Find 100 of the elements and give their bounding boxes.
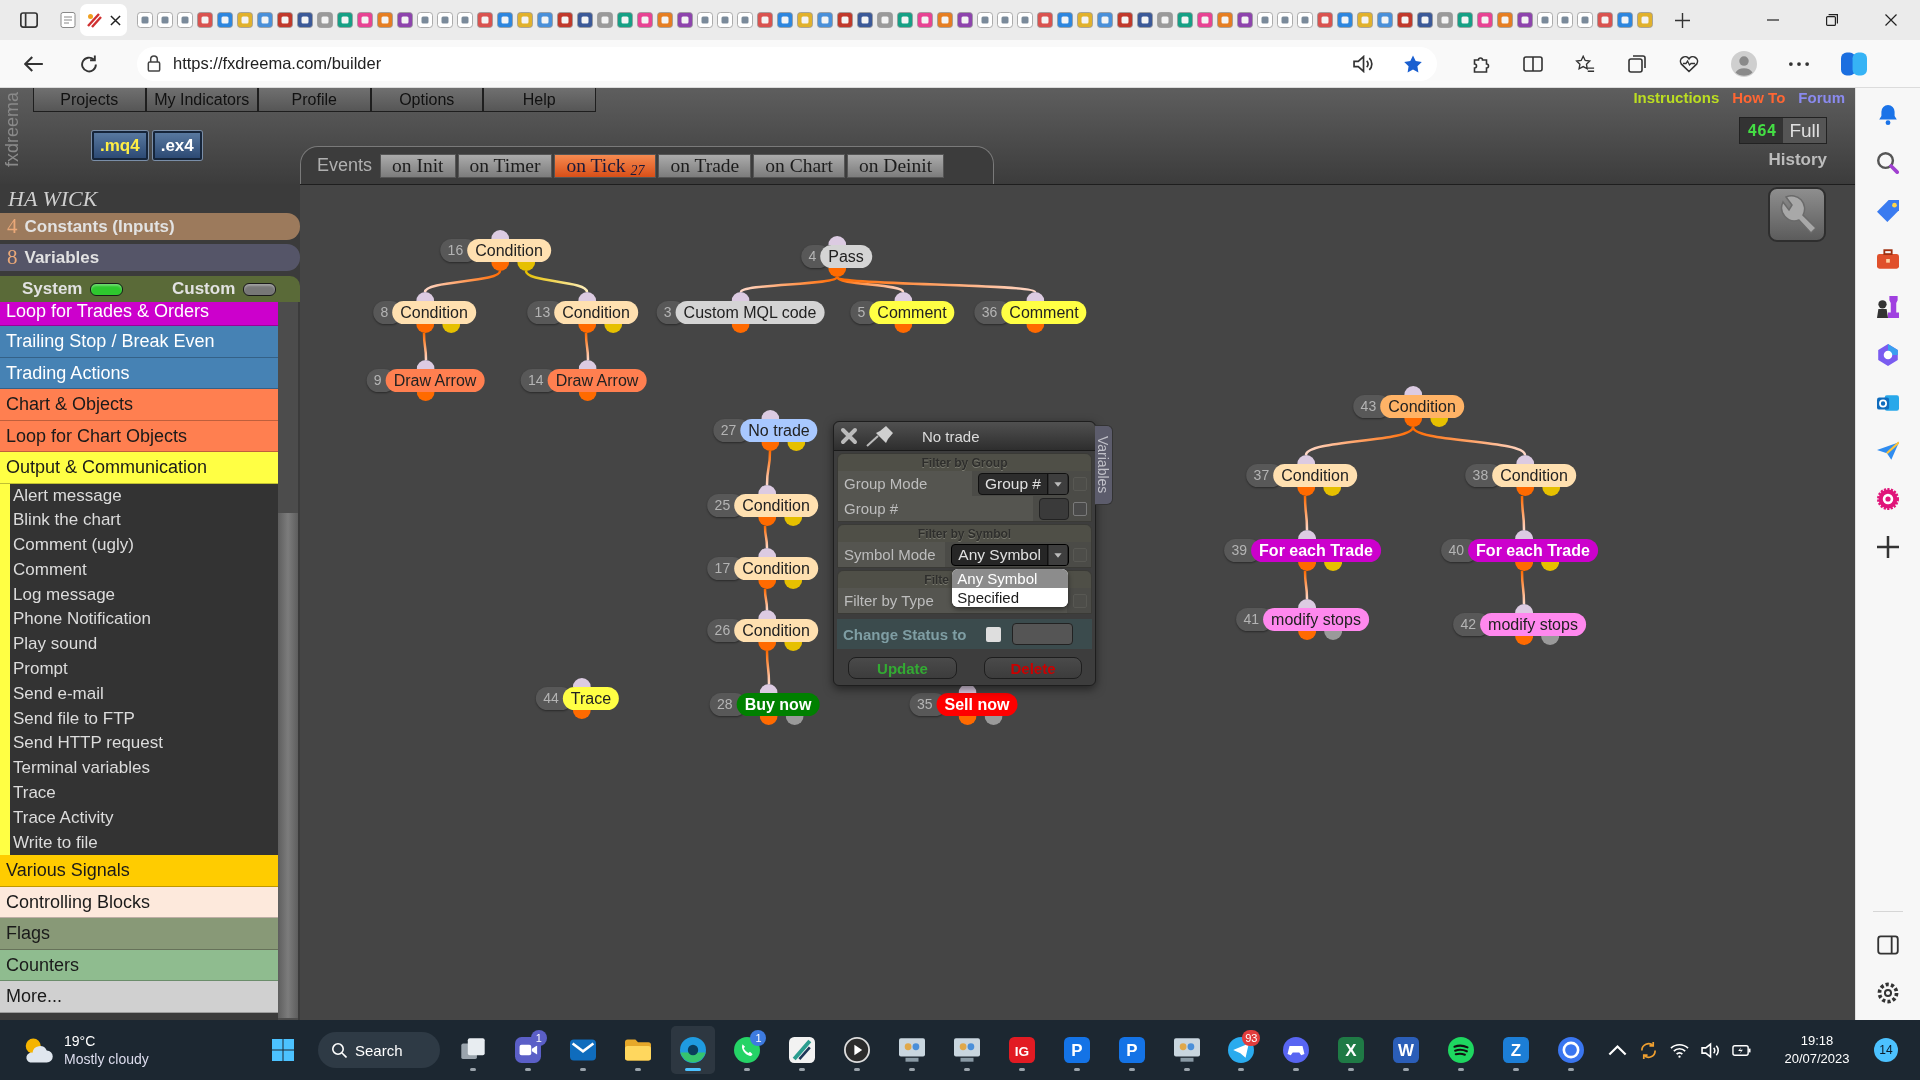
event-tab[interactable]: on Tick $_{27}$ xyxy=(554,153,657,178)
input-port-icon[interactable] xyxy=(1298,599,1316,608)
puzzle-icon[interactable] xyxy=(1471,54,1491,73)
tab-favicon-icon[interactable] xyxy=(197,12,213,28)
caret-down-icon[interactable] xyxy=(1047,473,1068,494)
taskbar-app[interactable]: X xyxy=(1329,1026,1374,1074)
input-port-icon[interactable] xyxy=(416,292,434,301)
close-icon[interactable] xyxy=(840,427,858,445)
toggle-switch[interactable] xyxy=(243,282,277,296)
tab-favicon-icon[interactable] xyxy=(777,12,793,28)
tab-favicon-icon[interactable] xyxy=(1217,12,1233,28)
volume-icon[interactable] xyxy=(1701,1041,1720,1059)
speaker-icon[interactable] xyxy=(1353,54,1373,73)
tab-favicon-icon[interactable] xyxy=(137,12,153,28)
event-tab[interactable]: on Timer xyxy=(457,153,553,178)
tab-favicon-icon[interactable] xyxy=(677,12,693,28)
tab-favicon-icon[interactable] xyxy=(1277,12,1293,28)
taskbar-app[interactable]: Z xyxy=(1493,1026,1538,1074)
category-item[interactable]: Loop for Trades & Orders xyxy=(0,302,278,326)
search-icon[interactable] xyxy=(1877,152,1899,174)
block-node[interactable]: Condition xyxy=(467,239,551,262)
tab-favicon-icon[interactable] xyxy=(337,12,353,28)
block-node[interactable]: No trade xyxy=(740,419,818,442)
chess-pieces-icon[interactable] xyxy=(1877,296,1899,318)
app-logo-icon[interactable] xyxy=(1841,51,1867,76)
tab-favicon-icon[interactable] xyxy=(877,12,893,28)
block-item[interactable]: Send HTTP request xyxy=(13,731,278,757)
tab-favicon-icon[interactable] xyxy=(1177,12,1193,28)
tab-favicon-icon[interactable] xyxy=(857,12,873,28)
search-field[interactable]: Search xyxy=(318,1032,440,1068)
input-port-icon[interactable] xyxy=(1516,455,1534,464)
output-port-icon[interactable] xyxy=(786,716,804,725)
notification-count[interactable]: 14 xyxy=(1874,1038,1898,1062)
scrollbar-track[interactable] xyxy=(278,302,298,1020)
input-port-icon[interactable] xyxy=(732,292,750,301)
taskbar-app[interactable]: 93 xyxy=(1219,1026,1264,1074)
new-tab-icon[interactable] xyxy=(1675,12,1690,28)
tab-favicon-icon[interactable] xyxy=(997,12,1013,28)
tab-favicon-icon[interactable] xyxy=(917,12,933,28)
block-item[interactable]: Comment (ugly) xyxy=(13,533,278,558)
tab-favicon-icon[interactable] xyxy=(1137,12,1153,28)
output-port-icon[interactable] xyxy=(1541,562,1559,571)
block-item[interactable]: Prompt xyxy=(13,657,278,682)
tab-favicon-icon[interactable] xyxy=(397,12,413,28)
block-node[interactable]: Draw Arrow xyxy=(547,369,647,392)
pin-icon[interactable] xyxy=(866,425,894,447)
header-link[interactable]: Instructions xyxy=(1633,89,1720,106)
category-item[interactable]: Output & Communication xyxy=(0,452,278,484)
tab-favicon-icon[interactable] xyxy=(457,12,473,28)
block-node[interactable]: Trace xyxy=(562,687,620,710)
tab-favicon-icon[interactable] xyxy=(837,12,853,28)
input-port-icon[interactable] xyxy=(1298,530,1316,539)
input-port-icon[interactable] xyxy=(760,684,778,693)
block-item[interactable]: Play sound xyxy=(13,632,278,658)
taskbar-app[interactable]: P xyxy=(1054,1026,1099,1074)
input-port-icon[interactable] xyxy=(758,485,776,494)
tab-favicon-icon[interactable] xyxy=(817,12,833,28)
output-port-icon[interactable] xyxy=(1298,562,1316,571)
output-port-icon[interactable] xyxy=(491,262,509,271)
output-port-icon[interactable] xyxy=(761,442,779,451)
output-port-icon[interactable] xyxy=(1323,487,1341,496)
tab-favicon-icon[interactable] xyxy=(1237,12,1253,28)
block-item[interactable]: Send e-mail xyxy=(13,681,278,707)
heart-pulse-icon[interactable] xyxy=(1679,54,1699,73)
output-port-icon[interactable] xyxy=(416,324,434,333)
tab-favicon-icon[interactable] xyxy=(1317,12,1333,28)
block-item[interactable]: Alert message xyxy=(13,483,278,509)
input-port-icon[interactable] xyxy=(1515,530,1533,539)
block-node[interactable]: Custom MQL code xyxy=(675,301,825,324)
settings-icon[interactable] xyxy=(1877,982,1899,1004)
block-item[interactable]: Comment xyxy=(13,557,278,583)
output-port-icon[interactable] xyxy=(517,262,535,271)
sync-icon[interactable] xyxy=(1639,1041,1658,1059)
mail-icon[interactable] xyxy=(1877,392,1899,414)
tab-favicon-icon[interactable] xyxy=(557,12,573,28)
output-port-icon[interactable] xyxy=(1324,562,1342,571)
tab-favicon-icon[interactable] xyxy=(317,12,333,28)
tab-favicon-icon[interactable] xyxy=(597,12,613,28)
checkbox[interactable] xyxy=(986,626,1001,642)
output-port-icon[interactable] xyxy=(442,324,460,333)
block-item[interactable]: Log message xyxy=(13,582,278,608)
input-port-icon[interactable] xyxy=(579,360,597,369)
tab-favicon-icon[interactable] xyxy=(157,12,173,28)
block-node[interactable]: Condition xyxy=(1492,464,1576,487)
taskbar-app[interactable]: 1 xyxy=(725,1026,770,1074)
block-node[interactable]: Pass xyxy=(820,245,872,268)
tab-favicon-icon[interactable] xyxy=(377,12,393,28)
tab-actions-icon[interactable] xyxy=(20,12,38,28)
category-item[interactable]: Loop for Chart Objects xyxy=(0,420,278,452)
input-port-icon[interactable] xyxy=(761,410,779,419)
tab-favicon-icon[interactable] xyxy=(957,12,973,28)
tab-favicon-icon[interactable] xyxy=(497,12,513,28)
event-tab[interactable]: on Deinit xyxy=(846,153,945,178)
toggle-switch[interactable] xyxy=(90,282,124,296)
category-item[interactable]: Counters xyxy=(0,949,278,982)
output-port-icon[interactable] xyxy=(758,580,776,589)
variables-tab[interactable]: Variables xyxy=(1095,425,1113,505)
address-field[interactable]: https://fxdreema.com/builder xyxy=(137,46,1437,81)
tab-favicon-icon[interactable] xyxy=(1157,12,1173,28)
tab-favicon-icon[interactable] xyxy=(1037,12,1053,28)
